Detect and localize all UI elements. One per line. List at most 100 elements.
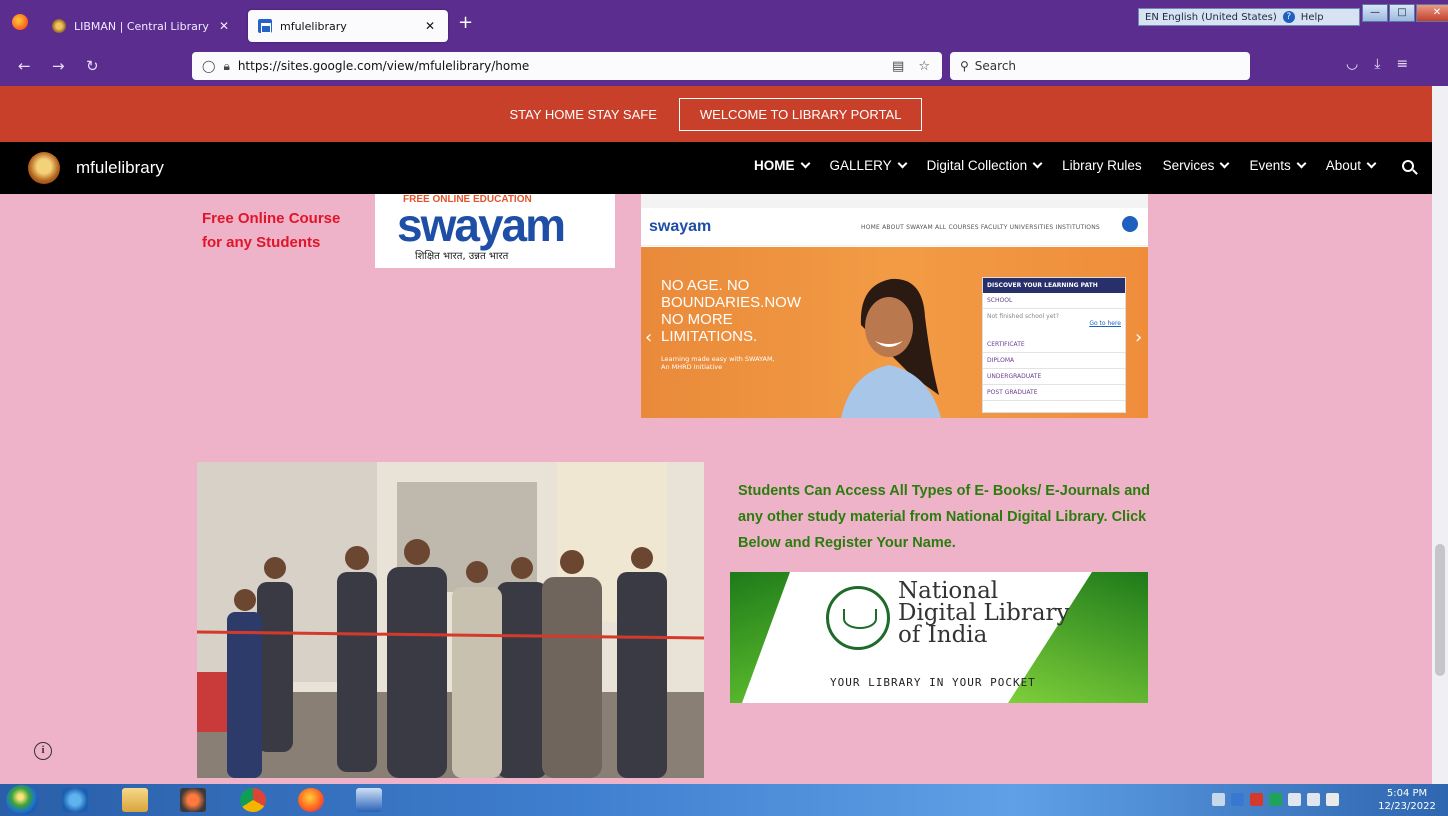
chevron-down-icon: [897, 158, 908, 169]
announcement-text: STAY HOME STAY SAFE: [509, 106, 657, 122]
menu-item-about[interactable]: About: [1326, 158, 1377, 173]
site-navigation: mfulelibrary HOME GALLERY Digital Collec…: [0, 142, 1432, 194]
close-window-button[interactable]: ✕: [1416, 4, 1448, 22]
internet-explorer-icon[interactable]: [62, 788, 88, 812]
panel-row: POST GRADUATE: [983, 385, 1125, 401]
tab-mfulelibrary[interactable]: mfulelibrary ✕: [248, 10, 448, 42]
pocket-icon[interactable]: ◡: [1346, 56, 1358, 72]
menu-item-services[interactable]: Services: [1163, 158, 1230, 173]
inauguration-photo[interactable]: [197, 462, 704, 778]
media-player-icon[interactable]: [180, 788, 206, 812]
hero-headline: NO AGE. NO BOUNDARIES.NOW NO MORE LIMITA…: [661, 277, 802, 345]
forward-icon[interactable]: →: [52, 58, 65, 74]
menu-item-home[interactable]: HOME: [754, 158, 810, 173]
welcome-portal-button[interactable]: WELCOME TO LIBRARY PORTAL: [678, 97, 923, 131]
ndl-emblem-icon: [826, 586, 890, 650]
tab-title: LIBMAN | Central Library: [74, 19, 209, 33]
page-scrollbar[interactable]: [1432, 86, 1448, 784]
start-button[interactable]: [6, 785, 38, 815]
swayam-nav: swayam HOME ABOUT SWAYAM ALL COURSES FAC…: [641, 210, 1148, 246]
swayam-small-logo: swayam: [649, 218, 712, 235]
site-search-icon[interactable]: [1402, 159, 1414, 172]
info-icon[interactable]: i: [34, 742, 52, 760]
taskbar-clock[interactable]: 5:04 PM 12/23/2022: [1370, 787, 1444, 813]
network-icon[interactable]: [1212, 793, 1225, 806]
swayam-logo-image[interactable]: FREE ONLINE EDUCATION swayam शिक्षित भार…: [375, 194, 615, 268]
language-bar[interactable]: EN English (United States) ? Help: [1138, 8, 1360, 26]
panel-row: SCHOOL: [983, 293, 1125, 309]
url-text[interactable]: https://sites.google.com/view/mfulelibra…: [238, 59, 884, 73]
help-icon[interactable]: ?: [1282, 11, 1295, 23]
scrollbar-thumb[interactable]: [1435, 544, 1445, 676]
school-link: Go to here: [1089, 320, 1121, 327]
close-tab-icon[interactable]: ✕: [216, 19, 232, 33]
panel-title: DISCOVER YOUR LEARNING PATH: [983, 278, 1125, 293]
swayam-hero: ‹ NO AGE. NO BOUNDARIES.NOW NO MORE LIMI…: [641, 247, 1148, 418]
reader-view-icon[interactable]: ▤: [892, 59, 904, 74]
student-photo: [841, 278, 941, 418]
menu-item-library-rules[interactable]: Library Rules: [1062, 158, 1142, 173]
panel-row: CERTIFICATE: [983, 337, 1125, 353]
panel-row: DIPLOMA: [983, 353, 1125, 369]
chrome-icon[interactable]: [240, 788, 266, 812]
site-logo[interactable]: [28, 152, 60, 184]
menu-label: Library Rules: [1062, 158, 1142, 173]
menu-label: HOME: [754, 158, 795, 173]
carousel-prev-icon: ‹: [645, 327, 653, 348]
hamburger-menu-icon[interactable]: ≡: [1396, 56, 1408, 72]
menu-label: Digital Collection: [926, 158, 1028, 173]
window-controls: — □ ✕: [1362, 4, 1448, 22]
school-note: Not finished school yet?: [987, 313, 1059, 320]
tray-q-icon[interactable]: [1269, 793, 1282, 806]
menu-item-gallery[interactable]: GALLERY: [830, 158, 908, 173]
file-explorer-icon[interactable]: [122, 788, 148, 812]
help-label[interactable]: Help: [1301, 12, 1324, 23]
clock-date: 12/23/2022: [1378, 801, 1436, 812]
shield-icon[interactable]: ◯: [202, 59, 215, 73]
chevron-down-icon: [800, 158, 810, 169]
swayam-website-screenshot[interactable]: swayam HOME ABOUT SWAYAM ALL COURSES FAC…: [641, 194, 1148, 418]
word-icon[interactable]: [356, 788, 382, 812]
reload-icon[interactable]: ↻: [86, 58, 99, 74]
tray-app-icon[interactable]: [1231, 793, 1244, 806]
system-tray: [1212, 793, 1339, 806]
free-course-text: Free Online Course for any Students: [202, 210, 341, 251]
hero-subline: Learning made easy with SWAYAM, An MHRD …: [661, 355, 775, 371]
ndl-title: National Digital Library of India: [898, 578, 1070, 648]
back-icon[interactable]: ←: [18, 58, 31, 74]
apps-icon: [1122, 216, 1138, 232]
language-label: EN English (United States): [1145, 11, 1277, 23]
address-bar[interactable]: ◯ 🔒︎ https://sites.google.com/view/mfule…: [192, 52, 942, 80]
browser-nav-bar: ← → ↻ ◯ 🔒︎ https://sites.google.com/view…: [0, 46, 1448, 86]
bookmark-star-icon[interactable]: ☆: [918, 59, 930, 74]
search-box[interactable]: ⚲ Search: [950, 52, 1250, 80]
search-placeholder: Search: [974, 59, 1017, 73]
display-icon[interactable]: [1307, 793, 1320, 806]
firefox-menu-icon[interactable]: [12, 14, 28, 30]
maximize-button[interactable]: □: [1389, 4, 1415, 22]
banner-decor-left: [730, 572, 790, 703]
antivirus-icon[interactable]: [1250, 793, 1263, 806]
lock-icon[interactable]: 🔒︎: [223, 59, 229, 74]
site-name[interactable]: mfulelibrary: [76, 158, 164, 178]
new-tab-button[interactable]: +: [458, 14, 473, 32]
ndl-banner-link[interactable]: National Digital Library of India YOUR L…: [730, 572, 1148, 703]
chevron-down-icon: [1296, 158, 1307, 169]
ndl-description: Students Can Access All Types of E- Book…: [738, 483, 1150, 551]
firefox-taskbar-icon[interactable]: [298, 788, 324, 812]
toolbar-right: ◡ ⤓ ≡: [1346, 56, 1408, 72]
carousel-next-icon: ›: [1135, 327, 1143, 348]
ndl-tagline: YOUR LIBRARY IN YOUR POCKET: [830, 676, 1036, 689]
flag-icon[interactable]: [1288, 793, 1301, 806]
close-tab-icon[interactable]: ✕: [422, 19, 438, 33]
search-icon: ⚲: [960, 59, 969, 73]
menu-item-events[interactable]: Events: [1249, 158, 1307, 173]
learning-path-panel: DISCOVER YOUR LEARNING PATH SCHOOL Not f…: [982, 277, 1126, 413]
tab-libman[interactable]: LIBMAN | Central Library ✕: [42, 10, 242, 42]
minimize-button[interactable]: —: [1362, 4, 1388, 22]
menu-label: Events: [1249, 158, 1291, 173]
volume-icon[interactable]: [1326, 793, 1339, 806]
windows-taskbar: 5:04 PM 12/23/2022: [0, 784, 1448, 816]
downloads-icon[interactable]: ⤓: [1374, 56, 1380, 72]
menu-item-digital-collection[interactable]: Digital Collection: [926, 158, 1043, 173]
